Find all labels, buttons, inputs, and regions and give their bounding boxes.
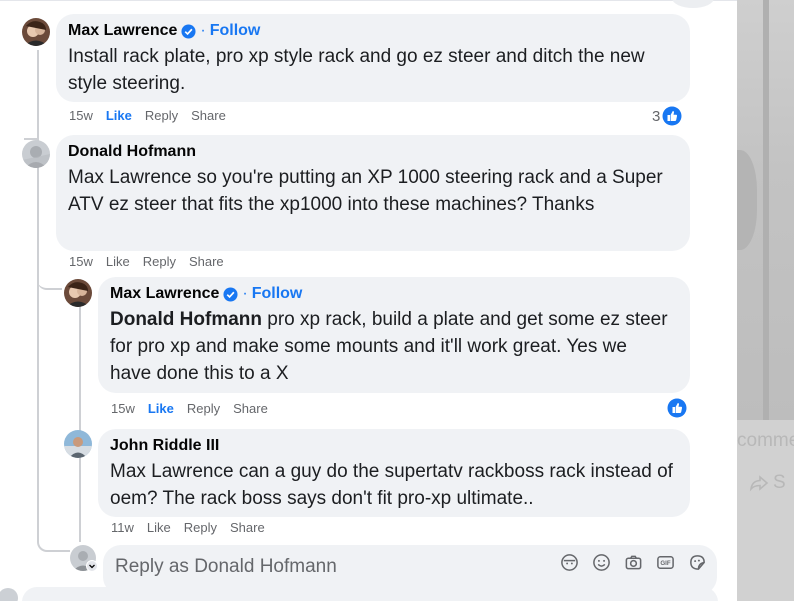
follow-button[interactable]: Follow (252, 285, 303, 303)
comment-text: Max Lawrence so you're putting an XP 100… (68, 167, 663, 215)
camera-icon[interactable] (624, 553, 643, 572)
reaction-count: 3 (652, 107, 661, 125)
avatar-sticker-icon[interactable] (560, 553, 579, 572)
like-button[interactable]: Like (147, 520, 171, 535)
separator-dot: · (200, 22, 206, 39)
share-arrow-icon (749, 475, 769, 492)
comment-timestamp[interactable]: 11w (111, 520, 134, 535)
nested-connector-2 (37, 262, 62, 290)
comment-actions: 11w Like Reply Share (111, 520, 265, 535)
verified-badge-icon (223, 286, 238, 302)
comment-text: Max Lawrence can a guy do the supertatv … (110, 461, 673, 509)
comment-composer-partial[interactable] (22, 587, 718, 601)
reply-button[interactable]: Reply (145, 108, 178, 123)
like-button[interactable]: Like (106, 108, 132, 123)
comment-timestamp[interactable]: 15w (69, 108, 93, 123)
reaction-summary[interactable]: 3 (652, 106, 682, 126)
background-share-label: S (773, 472, 786, 493)
comment-bubble: Donald Hofmann Max Lawrence so you're pu… (56, 135, 690, 251)
comment-text: Donald Hofmann pro xp rack, build a plat… (110, 306, 670, 387)
thread-line-main (37, 50, 39, 542)
scroll-corner (672, 0, 714, 8)
comment-actions: 15w Like Reply Share (69, 254, 224, 269)
background-share-action: S (749, 472, 786, 494)
background-photo-post (763, 0, 769, 420)
reply-button[interactable]: Reply (187, 401, 220, 416)
emoji-icon[interactable] (592, 553, 611, 572)
comment-text: Install rack plate, pro xp style rack an… (68, 46, 645, 94)
separator-dot: · (242, 285, 248, 302)
comment-author[interactable]: Donald Hofmann (68, 143, 196, 161)
share-button[interactable]: Share (230, 520, 265, 535)
avatar[interactable] (22, 140, 50, 168)
like-reaction-icon (662, 106, 682, 126)
comment-bubble: John Riddle III Max Lawrence can a guy d… (98, 429, 690, 517)
comment-author[interactable]: Max Lawrence (110, 285, 219, 303)
comment-actions: 15w Like Reply Share (69, 108, 226, 123)
composer-avatar-chevron-icon[interactable] (86, 560, 98, 572)
comment-author[interactable]: Max Lawrence (68, 22, 177, 40)
follow-button[interactable]: Follow (210, 22, 261, 40)
background-comment-label: comme (737, 430, 794, 451)
share-button[interactable]: Share (233, 401, 268, 416)
comment-author[interactable]: John Riddle III (110, 437, 219, 455)
comment-bubble: Max Lawrence · Follow Donald Hofmann pro… (98, 277, 690, 393)
reply-button[interactable]: Reply (184, 520, 217, 535)
reply-connector (37, 520, 70, 552)
panel-top-divider (0, 0, 737, 1)
share-button[interactable]: Share (191, 108, 226, 123)
like-reaction-icon (667, 398, 687, 418)
like-button[interactable]: Like (106, 254, 130, 269)
gif-icon[interactable]: GIF (656, 553, 675, 572)
composer-toolbar: GIF (560, 553, 707, 572)
comment-thread-panel: Max Lawrence · Follow Install rack plate… (0, 0, 737, 601)
sticker-icon[interactable] (688, 553, 707, 572)
comment-timestamp[interactable]: 15w (111, 401, 135, 416)
comment-actions: 15w Like Reply Share (111, 401, 268, 416)
mention-link[interactable]: Donald Hofmann (110, 309, 262, 330)
comment-bubble: Max Lawrence · Follow Install rack plate… (56, 14, 690, 102)
reply-input[interactable] (115, 555, 545, 579)
background-post-area: comme S (737, 0, 794, 601)
svg-text:GIF: GIF (660, 560, 670, 567)
comment-timestamp[interactable]: 15w (69, 254, 93, 269)
share-button[interactable]: Share (189, 254, 224, 269)
avatar[interactable] (64, 430, 92, 458)
avatar[interactable] (22, 18, 50, 46)
like-button[interactable]: Like (148, 401, 174, 416)
avatar[interactable] (64, 279, 92, 307)
bottom-avatar[interactable] (0, 588, 18, 601)
reaction-summary[interactable] (667, 398, 687, 418)
reply-button[interactable]: Reply (143, 254, 176, 269)
verified-badge-icon (181, 23, 196, 39)
